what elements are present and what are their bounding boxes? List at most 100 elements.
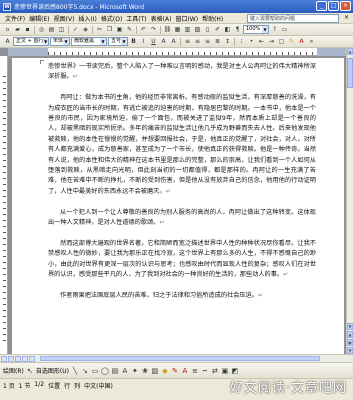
- vertical-scrollbar[interactable]: ▲ ▼ ▲ ● ▼: [346, 48, 353, 354]
- drawing-icon[interactable]: ✐: [213, 25, 222, 34]
- line-color-icon[interactable]: ✎: [171, 367, 179, 375]
- spelling-icon[interactable]: ✓: [71, 25, 80, 34]
- styles-pane-icon[interactable]: A: [3, 37, 12, 46]
- decrease-indent-icon[interactable]: ⇤: [257, 37, 266, 46]
- italic-icon[interactable]: I: [139, 37, 148, 46]
- shadow-icon[interactable]: ▣: [221, 367, 229, 375]
- bullets-icon[interactable]: •: [247, 37, 256, 46]
- oval-tool-icon[interactable]: ◯: [101, 367, 109, 375]
- increase-indent-icon[interactable]: ⇥: [267, 37, 276, 46]
- align-right-icon[interactable]: ≡: [203, 37, 212, 46]
- open-folder-icon[interactable]: ▰: [13, 25, 22, 34]
- paragraph-3[interactable]: 从一个犯人到一个让人尊敬的善良的为别人服务的高尚的人，冉阿让做出了这种转变。这体…: [48, 208, 316, 229]
- menu-table[interactable]: 表格(A): [149, 14, 174, 23]
- menu-tools[interactable]: 工具(T): [124, 14, 148, 23]
- research-icon[interactable]: ◈: [81, 25, 90, 34]
- document-page[interactable]: 悲惨世界》一书读完后，整个人陷入了一种难以言明的感动，我是对主人公冉阿让的伟大精…: [12, 58, 344, 354]
- justify-icon[interactable]: ≣: [213, 37, 222, 46]
- close-button[interactable]: ×: [340, 1, 351, 11]
- word-app-icon[interactable]: W: [3, 2, 11, 11]
- menu-edit[interactable]: 编辑(E): [27, 14, 51, 23]
- help-search-input[interactable]: 键入需要帮助的问题: [247, 14, 339, 23]
- picture-icon[interactable]: ▨: [151, 367, 159, 375]
- select-browse-object-button[interactable]: ●: [347, 339, 353, 346]
- draw-menu[interactable]: 绘图(R): [3, 366, 24, 375]
- hyperlink-icon[interactable]: ⛓: [163, 25, 172, 34]
- minimize-button[interactable]: _: [316, 1, 327, 11]
- scroll-up-button[interactable]: ▲: [347, 48, 353, 55]
- wordart-icon[interactable]: A: [121, 367, 129, 375]
- paragraph-2[interactable]: 冉阿让：做为本书的主角，他的经历非常离析。有感动般的监狱生活，有深厚慈善的洗澡，…: [48, 93, 316, 197]
- bold-icon[interactable]: B: [129, 37, 138, 46]
- style-combo[interactable]: 正文 + 首行 ▼: [13, 37, 49, 46]
- undo-icon[interactable]: ↶: [139, 25, 148, 34]
- rectangle-tool-icon[interactable]: ▭: [91, 367, 99, 375]
- border-icon[interactable]: ▢: [277, 37, 286, 46]
- columns-icon[interactable]: ▯: [203, 25, 212, 34]
- close-document-icon[interactable]: ×: [344, 14, 349, 21]
- dash-style-icon[interactable]: ┅: [201, 367, 209, 375]
- horizontal-ruler[interactable]: [8, 48, 347, 56]
- draw-font-color-icon[interactable]: A: [181, 367, 189, 375]
- align-left-icon[interactable]: ≡: [183, 37, 192, 46]
- arrow-tool-icon[interactable]: ↘: [81, 367, 89, 375]
- scroll-thumb[interactable]: [347, 58, 353, 88]
- paragraph-5[interactable]: 作者雨果把法国底层人民的苦难，归之于法律和习俗所造成的社会压迫。↵: [48, 291, 316, 301]
- print-preview-icon[interactable]: ◫: [57, 25, 66, 34]
- arrow-style-icon[interactable]: ⇄: [211, 367, 219, 375]
- autoshapes-menu[interactable]: 自选图形(U): [36, 366, 69, 375]
- redo-icon[interactable]: ↷: [149, 25, 158, 34]
- toolbar-options-icon[interactable]: »: [307, 37, 316, 46]
- underline-icon[interactable]: U: [149, 37, 158, 46]
- font-color-icon[interactable]: A: [297, 37, 306, 46]
- diagram-icon[interactable]: ✦: [131, 367, 139, 375]
- menu-insert[interactable]: 插入(I): [76, 14, 98, 23]
- scroll-down-button[interactable]: ▼: [347, 323, 353, 330]
- font-combo[interactable]: 宋体 ▼: [50, 37, 70, 46]
- line-tool-icon[interactable]: ╲: [71, 367, 79, 375]
- show-hide-icon[interactable]: ¶: [233, 25, 242, 34]
- menu-view[interactable]: 视图(V): [52, 14, 77, 23]
- line-style-icon[interactable]: ≡: [191, 367, 199, 375]
- font-size-combo[interactable]: 五号 ▼: [108, 37, 128, 46]
- menu-window[interactable]: 窗口(W): [173, 14, 200, 23]
- char-border-icon[interactable]: A: [159, 37, 168, 46]
- menu-format[interactable]: 格式(O): [99, 14, 124, 23]
- maximize-button[interactable]: □: [328, 1, 339, 11]
- select-objects-icon[interactable]: ↖: [26, 367, 34, 375]
- fill-color-icon[interactable]: ◆: [161, 367, 169, 375]
- insert-excel-icon[interactable]: ▧: [193, 25, 202, 34]
- document-body[interactable]: 悲惨世界》一书读完后，整个人陷入了一种难以言明的感动，我是对主人公冉阿让的伟大精…: [48, 62, 316, 312]
- previous-page-button[interactable]: ▲: [347, 331, 353, 338]
- paste-icon[interactable]: ▣: [115, 25, 124, 34]
- textbox-tool-icon[interactable]: ▤: [111, 367, 119, 375]
- zoom-combo[interactable]: 100% ▼: [243, 25, 269, 34]
- highlight-icon[interactable]: ✎: [287, 37, 296, 46]
- numbering-icon[interactable]: ⁝: [237, 37, 246, 46]
- format-painter-icon[interactable]: ✎: [125, 25, 134, 34]
- read-mode-icon[interactable]: ▭: [280, 25, 289, 34]
- permission-icon[interactable]: ◎: [37, 25, 46, 34]
- menu-help[interactable]: 帮助(H): [200, 14, 225, 23]
- help-icon[interactable]: ?: [270, 25, 279, 34]
- tables-borders-icon[interactable]: ▦: [173, 25, 182, 34]
- insert-table-icon[interactable]: ▥: [183, 25, 192, 34]
- save-icon[interactable]: ▪: [23, 25, 32, 34]
- menu-file[interactable]: 文件(F): [3, 14, 27, 23]
- line-spacing-icon[interactable]: ↕: [223, 37, 232, 46]
- 3d-icon[interactable]: ◩: [231, 367, 239, 375]
- print-icon[interactable]: ▤: [47, 25, 56, 34]
- new-document-icon[interactable]: ▫: [3, 25, 12, 34]
- copy-icon[interactable]: ❐: [105, 25, 114, 34]
- char-shading-icon[interactable]: A: [169, 37, 178, 46]
- clipart-icon[interactable]: ❀: [141, 367, 149, 375]
- horizontal-scroll-thumb[interactable]: [40, 356, 320, 361]
- horizontal-scrollbar[interactable]: [0, 354, 353, 362]
- paragraph-4[interactable]: 然而这部博大遍观的世界名著，它和简陋而宽泛描述世界中人性的种种状况尽你看尽。让我…: [48, 239, 316, 281]
- cut-icon[interactable]: ✂: [95, 25, 104, 34]
- paragraph-1[interactable]: 悲惨世界》一书读完后，整个人陷入了一种难以言明的感动，我是对主人公冉阿让的伟大精…: [48, 62, 316, 83]
- next-page-button[interactable]: ▼: [347, 347, 353, 354]
- font-name-combo[interactable]: 微软雅黑 ▼: [71, 37, 107, 46]
- align-center-icon[interactable]: ≡: [193, 37, 202, 46]
- vertical-ruler[interactable]: [0, 56, 8, 354]
